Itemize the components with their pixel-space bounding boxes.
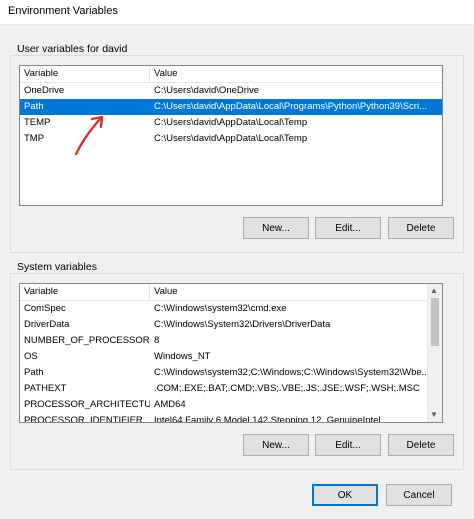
list-header: Variable Value bbox=[20, 284, 442, 301]
value-cell: .COM;.EXE;.BAT;.CMD;.VBS;.VBE;.JS;.JSE;.… bbox=[154, 383, 420, 394]
value-cell: C:\Users\david\AppData\Local\Temp bbox=[154, 117, 308, 128]
variable-cell: PROCESSOR_IDENTIFIER bbox=[24, 415, 143, 423]
annotation-arrow-icon bbox=[74, 115, 104, 156]
system-variables-list[interactable]: Variable Value ComSpec C:\Windows\system… bbox=[19, 283, 443, 423]
value-cell: C:\Users\david\OneDrive bbox=[154, 85, 260, 96]
ok-button[interactable]: OK bbox=[312, 484, 378, 506]
table-row[interactable]: Path C:\Windows\system32;C:\Windows;C:\W… bbox=[20, 365, 442, 381]
value-cell: C:\Windows\System32\Drivers\DriverData bbox=[154, 319, 331, 330]
scroll-up-arrow-icon[interactable]: ▲ bbox=[430, 286, 438, 296]
header-variable[interactable]: Variable bbox=[24, 68, 58, 79]
value-cell: C:\Users\david\AppData\Local\Temp bbox=[154, 133, 308, 144]
system-delete-button[interactable]: Delete bbox=[388, 434, 454, 456]
value-cell: Intel64 Family 6 Model 142 Stepping 12, … bbox=[154, 415, 381, 423]
system-variables-label: System variables bbox=[15, 261, 99, 273]
variable-cell: PROCESSOR_ARCHITECTURE bbox=[24, 399, 150, 410]
variable-cell: Path bbox=[24, 367, 44, 378]
table-row[interactable]: OneDrive C:\Users\david\OneDrive bbox=[20, 83, 442, 99]
user-variables-label: User variables for david bbox=[15, 43, 130, 55]
user-new-button[interactable]: New... bbox=[243, 217, 309, 239]
table-row[interactable]: NUMBER_OF_PROCESSORS 8 bbox=[20, 333, 442, 349]
value-cell: C:\Users\david\AppData\Local\Programs\Py… bbox=[154, 101, 427, 112]
scroll-down-arrow-icon[interactable]: ▼ bbox=[430, 410, 438, 420]
cancel-button[interactable]: Cancel bbox=[386, 484, 452, 506]
user-delete-button[interactable]: Delete bbox=[388, 217, 454, 239]
variable-cell: DriverData bbox=[24, 319, 70, 330]
value-cell: C:\Windows\system32;C:\Windows;C:\Window… bbox=[154, 367, 430, 378]
variable-cell: ComSpec bbox=[24, 303, 66, 314]
table-row[interactable]: PATHEXT .COM;.EXE;.BAT;.CMD;.VBS;.VBE;.J… bbox=[20, 381, 442, 397]
variable-cell: OS bbox=[24, 351, 38, 362]
table-row[interactable]: ComSpec C:\Windows\system32\cmd.exe bbox=[20, 301, 442, 317]
table-row[interactable]: PROCESSOR_IDENTIFIER Intel64 Family 6 Mo… bbox=[20, 413, 442, 423]
variable-cell: OneDrive bbox=[24, 85, 65, 96]
user-edit-button[interactable]: Edit... bbox=[315, 217, 381, 239]
value-cell: AMD64 bbox=[154, 399, 186, 410]
header-variable[interactable]: Variable bbox=[24, 286, 58, 297]
table-row[interactable]: PROCESSOR_ARCHITECTURE AMD64 bbox=[20, 397, 442, 413]
header-value[interactable]: Value bbox=[154, 68, 178, 79]
value-cell: Windows_NT bbox=[154, 351, 211, 362]
window-title: Environment Variables bbox=[8, 5, 118, 17]
table-row[interactable]: OS Windows_NT bbox=[20, 349, 442, 365]
scrollbar-thumb[interactable] bbox=[431, 298, 439, 346]
system-edit-button[interactable]: Edit... bbox=[315, 434, 381, 456]
variable-cell: NUMBER_OF_PROCESSORS bbox=[24, 335, 150, 346]
list-header: Variable Value bbox=[20, 66, 442, 83]
vertical-scrollbar[interactable]: ▲ ▼ bbox=[427, 284, 442, 422]
variable-cell: PATHEXT bbox=[24, 383, 67, 394]
header-value[interactable]: Value bbox=[154, 286, 178, 297]
title-bar: Environment Variables bbox=[0, 0, 474, 25]
table-row[interactable]: DriverData C:\Windows\System32\Drivers\D… bbox=[20, 317, 442, 333]
value-cell: C:\Windows\system32\cmd.exe bbox=[154, 303, 287, 314]
system-new-button[interactable]: New... bbox=[243, 434, 309, 456]
value-cell: 8 bbox=[154, 335, 160, 346]
